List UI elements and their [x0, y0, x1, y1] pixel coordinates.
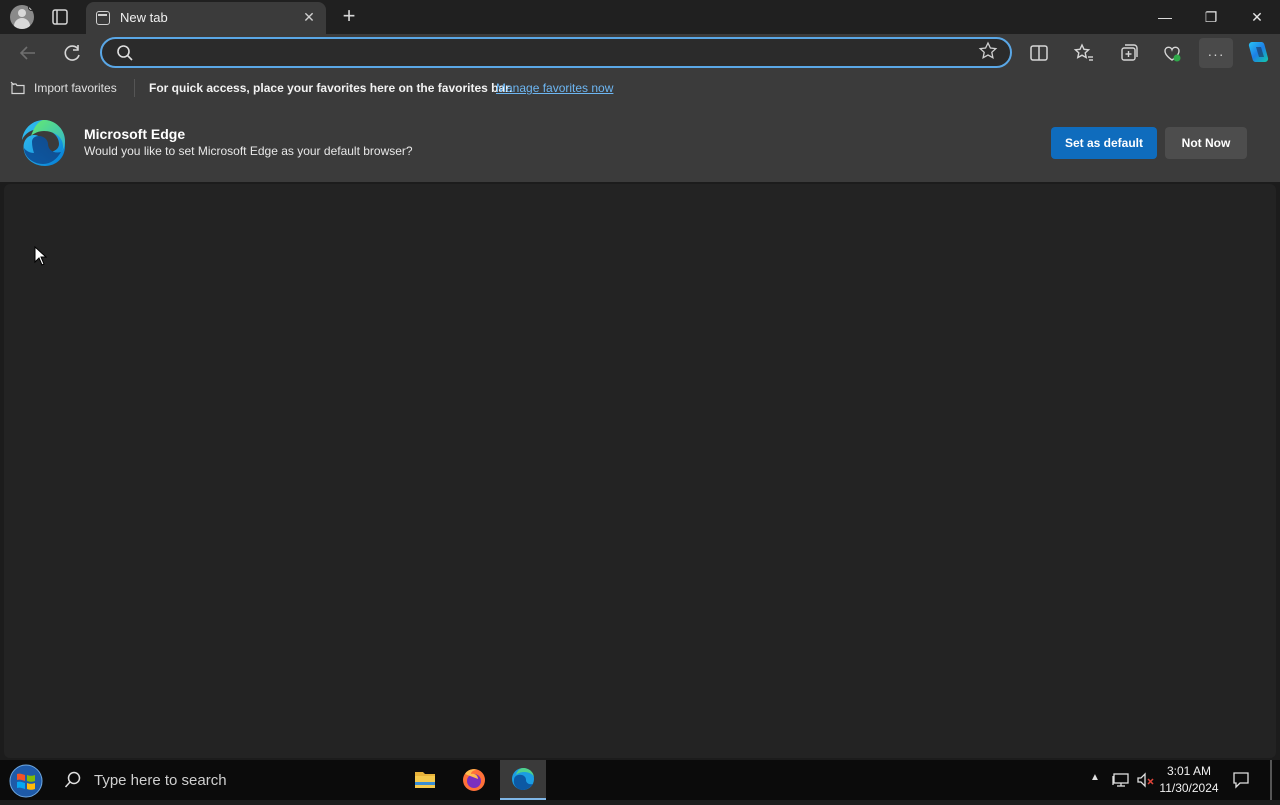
tab-strip: New tab ✕ + — ❐ ✕ — [0, 0, 1280, 34]
new-tab-button[interactable]: + — [338, 5, 360, 27]
taskbar-clock[interactable]: 3:01 AM 11/30/2024 — [1158, 763, 1220, 797]
refresh-icon — [64, 45, 80, 61]
start-button[interactable] — [8, 763, 44, 799]
notifications-icon[interactable] — [1232, 771, 1250, 789]
clock-time: 3:01 AM — [1166, 764, 1212, 778]
edge-taskbar-icon — [512, 768, 534, 790]
star-icon — [978, 41, 998, 59]
tab-actions-icon[interactable] — [48, 6, 72, 28]
collections-icon — [1121, 44, 1138, 61]
not-now-button[interactable]: Not Now — [1165, 127, 1247, 159]
taskbar-search-box[interactable]: Type here to search — [54, 760, 394, 800]
infobar-message: Would you like to set Microsoft Edge as … — [84, 144, 413, 158]
firefox-icon — [463, 769, 485, 791]
navigation-toolbar: ··· — [0, 34, 1280, 72]
minimize-button[interactable]: — — [1142, 0, 1188, 34]
browser-essentials-icon — [1164, 46, 1181, 62]
close-tab-icon[interactable]: ✕ — [300, 8, 318, 26]
show-hidden-icons-button[interactable]: ▲ — [1090, 772, 1100, 783]
address-bar[interactable] — [100, 37, 1012, 68]
firefox-taskbar-button[interactable] — [451, 760, 497, 800]
back-arrow-icon — [19, 46, 35, 60]
restore-button[interactable]: ❐ — [1188, 0, 1234, 34]
volume-muted-icon[interactable] — [1136, 771, 1156, 789]
search-icon — [117, 45, 133, 61]
split-screen-icon — [1030, 45, 1048, 61]
infobar-title: Microsoft Edge — [84, 126, 186, 142]
file-explorer-icon — [415, 772, 435, 788]
close-window-button[interactable]: ✕ — [1234, 0, 1280, 34]
import-favorites-button[interactable]: Import favorites — [10, 80, 117, 96]
favorites-icon — [1073, 43, 1093, 61]
set-as-default-button[interactable]: Set as default — [1051, 127, 1157, 159]
page-content — [4, 184, 1276, 758]
taskbar-search-placeholder: Type here to search — [94, 772, 227, 789]
clock-date: 11/30/2024 — [1159, 781, 1219, 795]
edge-logo-icon — [22, 120, 65, 166]
favorites-bar-message: For quick access, place your favorites h… — [149, 81, 513, 95]
browser-window: New tab ✕ + — ❐ ✕ ··· Import favorites F… — [0, 0, 1280, 800]
profile-icon[interactable] — [10, 5, 34, 29]
favorites-divider — [134, 79, 135, 97]
default-browser-infobar: Microsoft Edge Would you like to set Mic… — [0, 104, 1280, 182]
file-explorer-taskbar-button[interactable] — [402, 760, 448, 800]
favorites-bar: Import favorites For quick access, place… — [0, 72, 1280, 104]
taskbar-search-icon — [64, 771, 81, 788]
browser-essentials-button[interactable] — [1157, 38, 1187, 68]
tab-new-tab[interactable]: New tab ✕ — [86, 2, 326, 34]
windows-taskbar: Type here to search ▲ 3:01 AM 11/30/2024 — [0, 760, 1280, 800]
copilot-icon[interactable] — [1244, 38, 1272, 66]
add-favorite-button[interactable] — [976, 41, 1000, 65]
network-icon[interactable] — [1112, 771, 1130, 789]
new-tab-page-icon — [96, 11, 110, 25]
windows-start-icon — [9, 764, 43, 798]
tab-title: New tab — [120, 10, 168, 25]
edge-taskbar-button[interactable] — [500, 760, 546, 800]
more-icon: ··· — [1207, 46, 1225, 62]
split-screen-button[interactable] — [1024, 38, 1054, 68]
settings-and-more-button[interactable]: ··· — [1199, 38, 1233, 68]
collections-button[interactable] — [1113, 38, 1143, 68]
refresh-button[interactable] — [57, 38, 87, 68]
import-favorites-icon — [10, 81, 25, 95]
address-input[interactable] — [138, 44, 958, 62]
manage-favorites-link[interactable]: Manage favorites now — [496, 81, 613, 95]
back-button[interactable] — [13, 38, 43, 68]
show-desktop-button[interactable] — [1270, 760, 1272, 800]
mouse-cursor-icon — [34, 246, 48, 266]
import-favorites-label: Import favorites — [34, 81, 117, 95]
favorites-button[interactable] — [1069, 38, 1099, 68]
